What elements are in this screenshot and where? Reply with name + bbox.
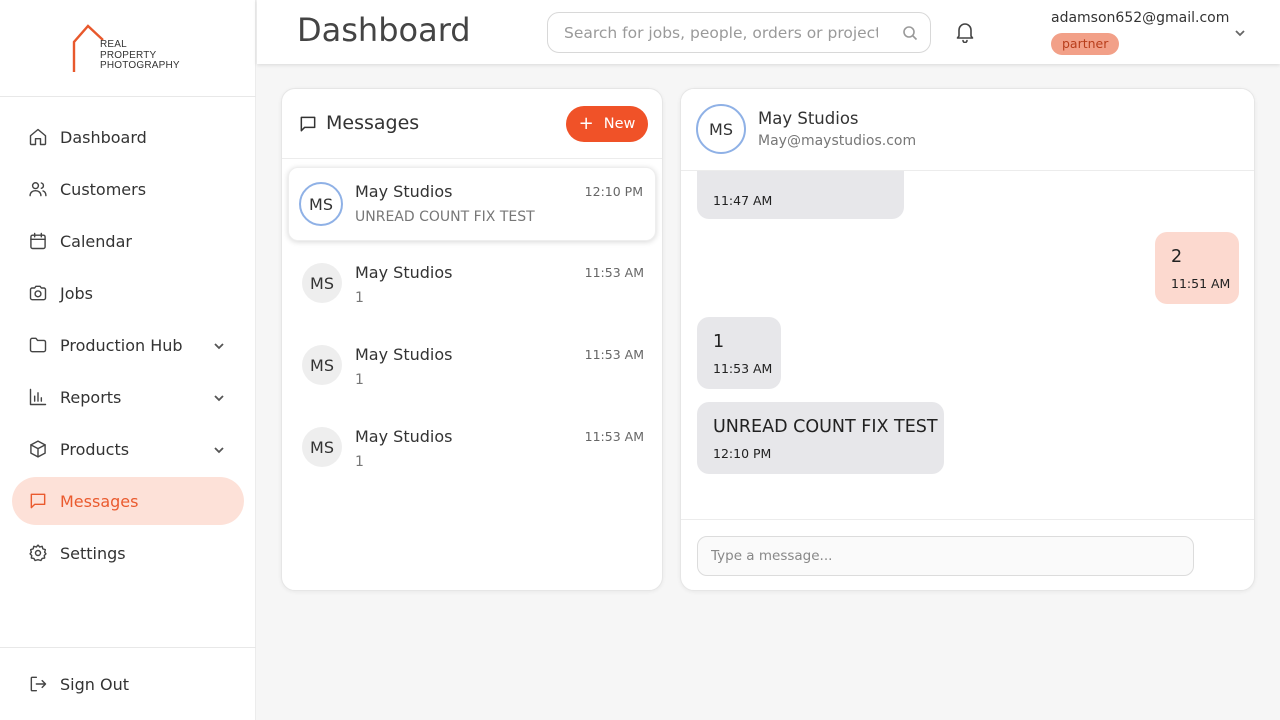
message-time: 11:47 AM [713, 193, 773, 208]
sidebar-item-messages[interactable]: Messages [12, 477, 244, 525]
message-bubble: 2 11:51 AM [1155, 232, 1239, 304]
conversation-name: May Studios [355, 182, 453, 201]
sidebar-item-jobs[interactable]: Jobs [12, 269, 244, 317]
avatar: MS [302, 427, 342, 467]
avatar: MS [302, 263, 342, 303]
messages-panel: Messages + New MS May Studios 12:10 PM U… [281, 88, 663, 591]
sidebar-item-label: Production Hub [60, 335, 183, 355]
conversation-item[interactable]: MS May Studios 11:53 AM 1 [288, 331, 656, 405]
brand-line-1: REAL [100, 39, 127, 50]
chevron-down-icon[interactable] [1233, 25, 1247, 39]
messages-title: Messages [326, 112, 420, 134]
brand-logo[interactable]: REAL PROPERTY PHOTOGRAPHY [70, 24, 200, 74]
conversation-preview: UNREAD COUNT FIX TEST [355, 209, 535, 225]
chat-contact-email: May@maystudios.com [758, 133, 917, 149]
sidebar-item-customers[interactable]: Customers [12, 165, 244, 213]
conversation-name: May Studios [355, 427, 453, 446]
avatar: MS [696, 104, 746, 154]
sidebar: REAL PROPERTY PHOTOGRAPHY Dashboard Cust… [0, 0, 256, 720]
top-header: Dashboard adamson652@gmail.com partner [257, 0, 1280, 64]
sidebar-item-label: Calendar [60, 231, 132, 251]
chevron-down-icon[interactable] [212, 390, 226, 404]
user-email[interactable]: adamson652@gmail.com [1051, 10, 1229, 26]
message-icon [298, 114, 318, 134]
sign-out-icon [28, 674, 48, 694]
message-time: 12:10 PM [713, 446, 772, 461]
message-input[interactable] [698, 537, 1193, 575]
sidebar-divider-top [0, 96, 256, 97]
message-time: 11:51 AM [1171, 276, 1231, 291]
users-icon [28, 179, 48, 199]
box-icon [28, 439, 48, 459]
message-bubble: UNREAD COUNT FIX TEST 12:10 PM [697, 402, 944, 474]
sidebar-item-dashboard[interactable]: Dashboard [12, 113, 244, 161]
messages-panel-header: Messages + New [282, 89, 662, 159]
message-text: 1 [713, 332, 725, 352]
conversation-time: 12:10 PM [584, 184, 643, 199]
conversation-item[interactable]: MS May Studios 11:53 AM 1 [288, 413, 656, 487]
calendar-icon [28, 231, 48, 251]
conversation-preview: 1 [355, 290, 364, 306]
brand-line-3: PHOTOGRAPHY [100, 60, 180, 71]
sidebar-item-production-hub[interactable]: Production Hub [12, 321, 244, 369]
sidebar-divider-bottom [0, 647, 256, 648]
avatar: MS [302, 345, 342, 385]
sidebar-item-calendar[interactable]: Calendar [12, 217, 244, 265]
sidebar-item-label: Dashboard [60, 127, 147, 147]
brand-wordmark: REAL PROPERTY PHOTOGRAPHY [100, 39, 180, 72]
sidebar-item-label: Messages [60, 491, 139, 511]
bar-chart-icon [28, 387, 48, 407]
sidebar-item-label: Reports [60, 387, 122, 407]
chat-panel: MS May Studios May@maystudios.com 11:47 … [680, 88, 1255, 591]
search-input[interactable] [548, 13, 878, 52]
message-text: UNREAD COUNT FIX TEST [713, 417, 938, 437]
message-text: 2 [1171, 247, 1183, 267]
sign-out-label: Sign Out [60, 674, 129, 694]
conversation-time: 11:53 AM [584, 347, 644, 362]
chevron-down-icon[interactable] [212, 442, 226, 456]
conversation-time: 11:53 AM [584, 429, 644, 444]
message-time: 11:53 AM [713, 361, 773, 376]
message-icon [28, 491, 48, 511]
message-input-box[interactable] [697, 536, 1194, 576]
page-title: Dashboard [297, 11, 471, 49]
search-icon[interactable] [902, 25, 918, 41]
sidebar-item-label: Customers [60, 179, 147, 199]
sidebar-item-label: Settings [60, 543, 126, 563]
gear-icon [28, 543, 48, 563]
chat-composer [681, 519, 1254, 590]
conversation-item[interactable]: MS May Studios 11:53 AM 1 [288, 249, 656, 323]
new-message-button[interactable]: + New [566, 106, 648, 142]
conversation-name: May Studios [355, 345, 453, 364]
home-icon [28, 127, 48, 147]
sidebar-item-products[interactable]: Products [12, 425, 244, 473]
chat-header: MS May Studios May@maystudios.com [681, 89, 1254, 171]
search-box[interactable] [547, 12, 931, 53]
conversation-item[interactable]: MS May Studios 12:10 PM UNREAD COUNT FIX… [288, 167, 656, 241]
conversation-preview: 1 [355, 372, 364, 388]
sidebar-item-label: Jobs [60, 283, 93, 303]
user-role-badge: partner [1051, 33, 1120, 55]
sidebar-item-label: Products [60, 439, 130, 459]
conversation-time: 11:53 AM [584, 265, 644, 280]
plus-icon: + [578, 113, 594, 134]
avatar: MS [299, 182, 343, 226]
conversation-name: May Studios [355, 263, 453, 282]
sign-out-button[interactable]: Sign Out [12, 660, 244, 708]
notification-bell-icon[interactable] [955, 21, 975, 44]
chat-contact-name: May Studios [758, 109, 859, 128]
camera-icon [28, 283, 48, 303]
conversation-preview: 1 [355, 454, 364, 470]
message-bubble: 1 11:53 AM [697, 317, 781, 389]
sidebar-item-reports[interactable]: Reports [12, 373, 244, 421]
sidebar-item-settings[interactable]: Settings [12, 529, 244, 577]
folder-icon [28, 335, 48, 355]
new-message-label: New [603, 116, 636, 132]
chevron-down-icon[interactable] [212, 338, 226, 352]
